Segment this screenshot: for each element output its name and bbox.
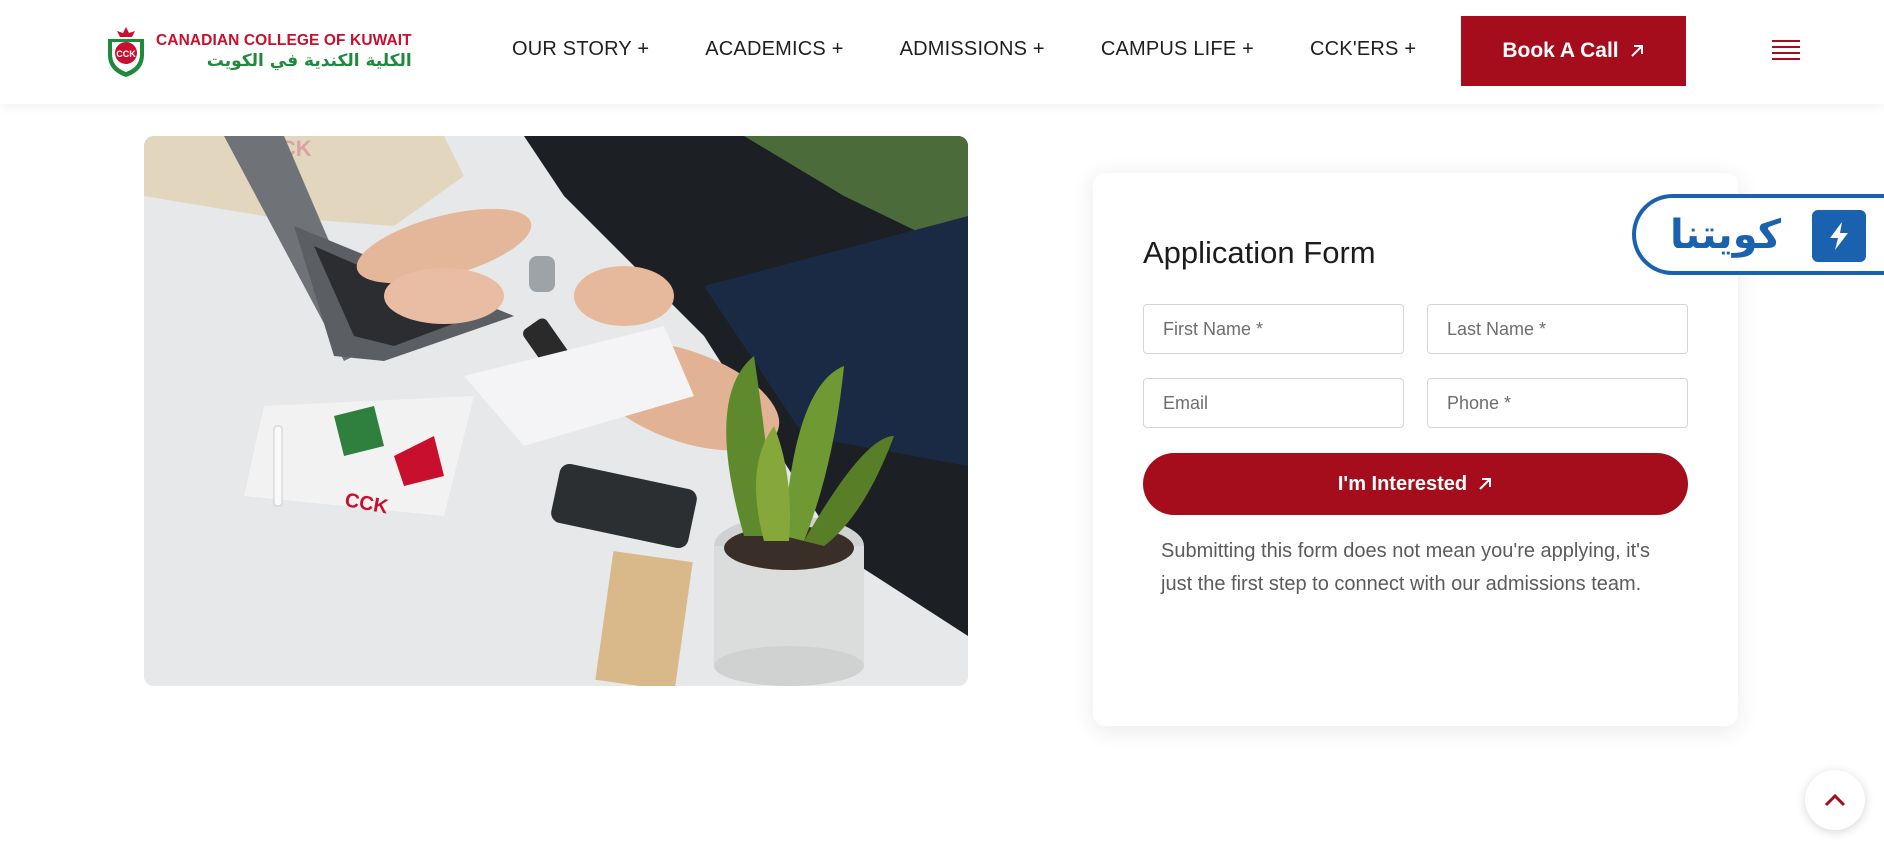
site-header: CCK CANADIAN COLLEGE OF KUWAIT الكلية ال… <box>0 0 1884 104</box>
arrow-up-right-icon <box>1630 45 1643 57</box>
hamburger-icon[interactable] <box>1772 40 1800 62</box>
form-disclaimer: Submitting this form does not mean you'r… <box>1161 540 1650 595</box>
im-interested-button[interactable]: I'm Interested <box>1143 453 1688 515</box>
email-input[interactable] <box>1143 378 1404 428</box>
kuwaitna-badge-text: كويتنا <box>1670 211 1782 258</box>
phone-input[interactable] <box>1427 378 1688 428</box>
college-logo[interactable]: CCK CANADIAN COLLEGE OF KUWAIT الكلية ال… <box>104 24 424 80</box>
lightning-icon <box>1812 210 1866 262</box>
logo-text: CANADIAN COLLEGE OF KUWAIT الكلية الكندي… <box>156 32 412 72</box>
nav-campus-life[interactable]: CAMPUS LIFE + <box>1101 38 1254 61</box>
nav-cckers[interactable]: CCK'ERS + <box>1310 38 1416 61</box>
scroll-to-top-button[interactable] <box>1805 770 1865 830</box>
logo-name-ar: الكلية الكندية في الكويت <box>206 51 412 71</box>
nav-our-story[interactable]: OUR STORY + <box>512 38 649 61</box>
nav-academics[interactable]: ACADEMICS + <box>705 38 843 61</box>
nav-admissions[interactable]: ADMISSIONS + <box>900 38 1045 61</box>
chevron-up-icon <box>1824 793 1846 807</box>
kuwaitna-badge[interactable]: كويتنا <box>1632 194 1884 275</box>
main-nav: OUR STORY + ACADEMICS + ADMISSIONS + CAM… <box>512 38 1472 61</box>
cck-crest-icon: CCK <box>104 25 148 79</box>
book-a-call-button[interactable]: Book A Call <box>1461 16 1686 86</box>
im-interested-label: I'm Interested <box>1337 472 1468 495</box>
first-name-input[interactable] <box>1143 304 1404 354</box>
last-name-input[interactable] <box>1427 304 1688 354</box>
students-photo: CCK CCK <box>144 136 968 686</box>
arrow-up-right-icon <box>1479 478 1492 490</box>
logo-name-en: CANADIAN COLLEGE OF KUWAIT <box>156 32 412 49</box>
book-a-call-label: Book A Call <box>1502 39 1619 62</box>
crest-letters: CCK <box>116 49 136 59</box>
form-title: Application Form <box>1143 235 1376 270</box>
